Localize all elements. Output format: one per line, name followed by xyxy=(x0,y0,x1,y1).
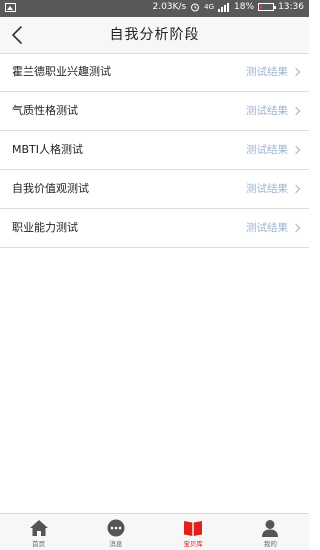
message-icon xyxy=(107,519,125,537)
test-result-label: 测试结果 xyxy=(246,144,288,156)
home-icon xyxy=(29,520,48,536)
list-item[interactable]: 职业能力测试 测试结果 xyxy=(0,209,309,248)
test-name: 自我价值观测试 xyxy=(12,182,89,195)
test-name: 气质性格测试 xyxy=(12,104,78,117)
test-name: 职业能力测试 xyxy=(12,221,78,234)
test-result-link[interactable]: 测试结果 xyxy=(246,53,301,91)
chevron-right-icon xyxy=(291,106,301,116)
nav-item-home[interactable]: 首页 xyxy=(0,514,77,550)
battery-percent: 18% xyxy=(234,2,255,12)
chevron-right-icon xyxy=(291,67,301,77)
page-title: 自我分析阶段 xyxy=(109,27,200,43)
nav-item-profile[interactable]: 我的 xyxy=(232,514,309,550)
test-result-label: 测试结果 xyxy=(246,66,288,78)
nav-label-home: 首页 xyxy=(32,540,46,548)
user-icon xyxy=(262,520,279,537)
test-result-link[interactable]: 测试结果 xyxy=(246,92,301,130)
list-item[interactable]: 自我价值观测试 测试结果 xyxy=(0,170,309,209)
book-icon xyxy=(184,521,203,536)
test-result-link[interactable]: 测试结果 xyxy=(246,209,301,247)
test-result-link[interactable]: 测试结果 xyxy=(246,170,301,208)
status-bar: 2.03K/s 4G 18% 13:36 xyxy=(0,0,309,17)
test-result-label: 测试结果 xyxy=(246,105,288,117)
list-item[interactable]: 气质性格测试 测试结果 xyxy=(0,92,309,131)
alarm-icon xyxy=(191,3,200,12)
test-name: 霍兰德职业兴趣测试 xyxy=(12,65,111,78)
nav-item-library[interactable]: 宝贝库 xyxy=(155,514,232,550)
chevron-right-icon xyxy=(291,145,301,155)
nav-item-message[interactable]: 消息 xyxy=(77,514,154,550)
gallery-notification-icon xyxy=(5,3,16,12)
header: 自我分析阶段 xyxy=(0,17,309,54)
clock: 13:36 xyxy=(278,2,304,12)
signal-icon xyxy=(218,2,230,12)
nav-label-message: 消息 xyxy=(109,540,123,548)
test-result-link[interactable]: 测试结果 xyxy=(246,131,301,169)
test-result-label: 测试结果 xyxy=(246,183,288,195)
list-item[interactable]: MBTI人格测试 测试结果 xyxy=(0,131,309,170)
network-speed: 2.03K/s xyxy=(152,2,187,12)
nav-label-library: 宝贝库 xyxy=(183,540,203,548)
nav-label-profile: 我的 xyxy=(263,540,277,548)
status-right: 2.03K/s 4G 18% 13:36 xyxy=(152,2,304,12)
bottom-nav: 首页 消息 宝贝库 我的 xyxy=(0,513,309,550)
network-type: 4G xyxy=(204,3,215,11)
test-result-label: 测试结果 xyxy=(246,222,288,234)
chevron-right-icon xyxy=(291,223,301,233)
test-list: 霍兰德职业兴趣测试 测试结果 气质性格测试 测试结果 MBTI人格测试 测试结果 自我价值观… xyxy=(0,53,309,248)
test-name: MBTI人格测试 xyxy=(12,143,84,156)
battery-icon xyxy=(258,3,277,11)
list-item[interactable]: 霍兰德职业兴趣测试 测试结果 xyxy=(0,53,309,92)
chevron-right-icon xyxy=(291,184,301,194)
